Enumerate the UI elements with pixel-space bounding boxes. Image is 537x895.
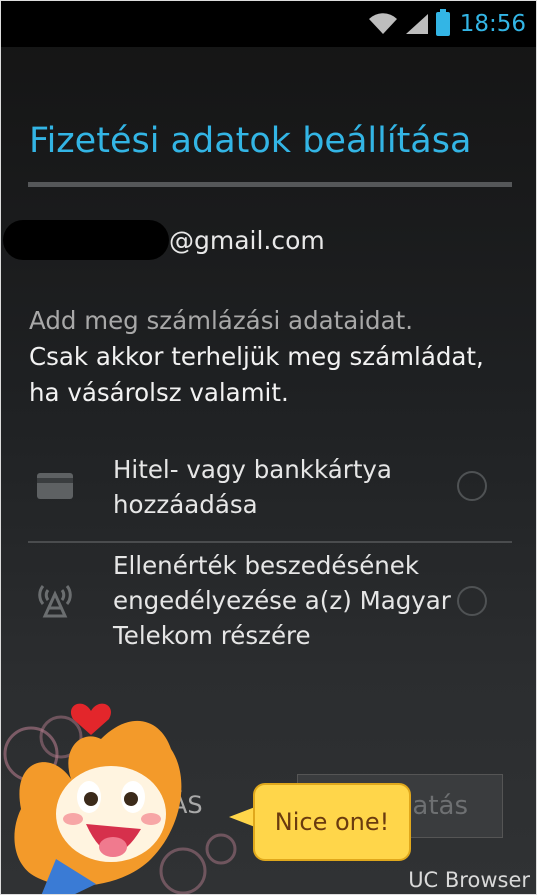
status-time: 18:56 xyxy=(459,11,526,37)
option-label: Ellenérték beszedésének engedélyezése a(… xyxy=(113,551,451,650)
battery-icon xyxy=(435,9,450,36)
title-divider xyxy=(28,182,512,187)
credit-card-icon xyxy=(37,473,73,499)
carrier-billing-icon xyxy=(38,585,72,618)
signal-icon xyxy=(405,14,428,34)
status-icons: 18:56 xyxy=(368,9,526,39)
mascot-speech-bubble: Nice one! xyxy=(253,783,411,861)
status-bar: 18:56 xyxy=(1,1,536,47)
option-label: Hitel- vagy bankkártya hozzáadása xyxy=(113,455,392,519)
bubble-tail xyxy=(229,807,255,827)
option-credit-card[interactable]: Hitel- vagy bankkártya hozzáadása xyxy=(1,449,536,541)
wifi-icon xyxy=(368,13,397,35)
account-row: @gmail.com xyxy=(3,219,325,261)
uc-mascot-icon xyxy=(3,703,237,894)
radio-credit-card[interactable] xyxy=(457,471,487,501)
page-title: Fizetési adatok beállítása xyxy=(29,121,472,161)
radio-carrier-billing[interactable] xyxy=(457,586,487,616)
option-carrier-billing[interactable]: Ellenérték beszedésének engedélyezése a(… xyxy=(1,542,536,660)
screen: 18:56 Fizetési adatok beállítása @gmail.… xyxy=(0,0,537,895)
account-email-domain: @gmail.com xyxy=(169,225,325,255)
description-main: Csak akkor terheljük meg számládat, ha v… xyxy=(29,342,484,407)
description-muted: Add meg számlázási adataidat. xyxy=(29,306,414,335)
billing-description: Add meg számlázási adataidat. Csak akkor… xyxy=(29,303,509,411)
redacted-email-username xyxy=(3,220,169,260)
uc-browser-watermark: UC Browser xyxy=(408,868,530,892)
